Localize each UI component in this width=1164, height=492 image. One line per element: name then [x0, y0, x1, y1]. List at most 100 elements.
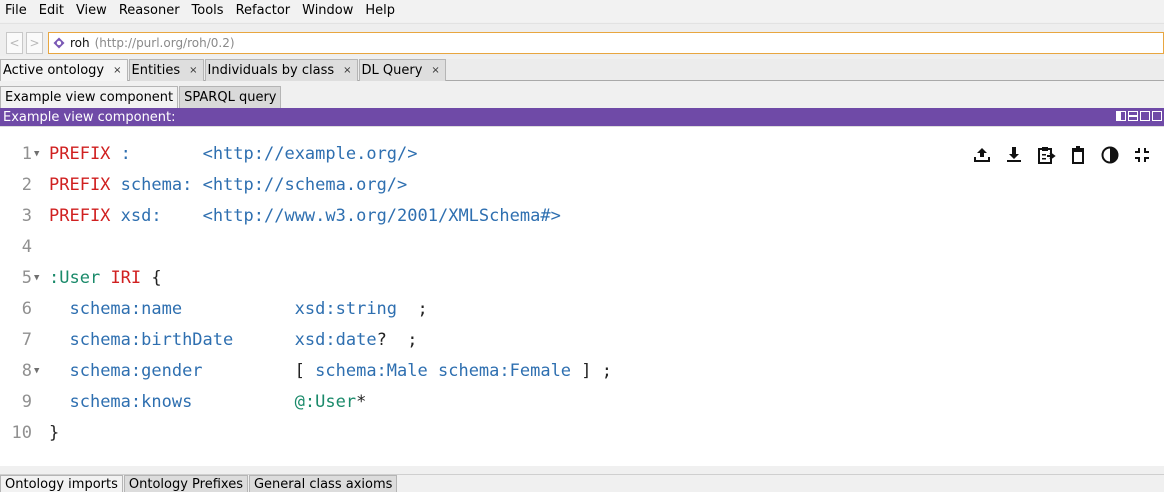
code-token: xsd:string — [294, 299, 398, 319]
line-number: 5 — [21, 268, 32, 288]
ontology-url: (http://purl.org/roh/0.2) — [94, 36, 235, 50]
code-token: xsd:date — [294, 330, 377, 350]
code-line[interactable]: 5 ▼ :User IRI { — [0, 263, 1164, 294]
close-view-icon[interactable] — [1152, 111, 1162, 121]
tab-label: DL Query — [361, 63, 423, 78]
code-line[interactable]: 2 PREFIX schema: <http://schema.org/> — [0, 170, 1164, 201]
ontology-name: roh — [70, 36, 90, 50]
line-number: 4 — [21, 237, 32, 257]
code-line[interactable]: 7 schema:birthDate xsd:date? ; — [0, 325, 1164, 356]
menu-tools[interactable]: Tools — [187, 1, 231, 21]
close-icon[interactable]: × — [113, 65, 121, 76]
fold-arrow-icon[interactable]: ▼ — [34, 356, 39, 387]
tab-dl-query[interactable]: DL Query × — [358, 59, 446, 81]
split-view-icon[interactable] — [1116, 111, 1126, 121]
tab-ontology-prefixes[interactable]: Ontology Prefixes — [123, 475, 248, 492]
forward-button[interactable]: > — [26, 32, 43, 54]
trash-icon[interactable] — [1068, 145, 1088, 165]
line-number: 7 — [21, 330, 32, 350]
menu-file[interactable]: File — [0, 1, 34, 21]
bottom-tabs: Ontology imports Ontology Prefixes Gener… — [0, 474, 1164, 492]
code-token: { — [141, 268, 162, 288]
tab-entities[interactable]: Entities × — [128, 59, 204, 81]
tab-sparql-query[interactable]: SPARQL query — [179, 86, 282, 108]
tab-label: Individuals by class — [207, 63, 335, 78]
code-line[interactable]: 8 ▼ schema:gender [ schema:Male schema:Fe… — [0, 356, 1164, 387]
menu-refactor[interactable]: Refactor — [231, 1, 298, 21]
code-token: ] ; — [571, 361, 612, 381]
ontology-iri-field[interactable]: roh (http://purl.org/roh/0.2) — [48, 32, 1164, 54]
code-token: schema: — [120, 175, 193, 195]
menu-help[interactable]: Help — [360, 1, 402, 21]
menu-edit[interactable]: Edit — [34, 1, 71, 21]
ontology-diamond-icon — [53, 37, 65, 49]
shex-code-editor[interactable]: 1 ▼ PREFIX : <http://example.org/> 2 PREFIX … — [0, 126, 1164, 466]
close-icon[interactable]: × — [431, 65, 439, 76]
address-bar: < > roh (http://purl.org/roh/0.2) — [0, 23, 1164, 56]
code-line[interactable]: 9 schema:knows @:User* — [0, 387, 1164, 418]
code-line[interactable]: 3 PREFIX xsd: <http://www.w3.org/2001/XML… — [0, 201, 1164, 232]
tab-example-view-component[interactable]: Example view component — [0, 86, 179, 108]
maximize-view-icon[interactable] — [1140, 111, 1150, 121]
contrast-icon[interactable] — [1100, 145, 1120, 165]
back-button[interactable]: < — [6, 32, 23, 54]
editor-toolbar — [972, 145, 1152, 165]
menu-view[interactable]: View — [71, 1, 114, 21]
tab-ontology-imports[interactable]: Ontology imports — [0, 475, 123, 492]
code-token: schema:name — [69, 299, 183, 319]
code-text: schema:gender [ schema:Male schema:Femal… — [49, 356, 612, 387]
menu-bar: File Edit View Reasoner Tools Refactor W… — [0, 0, 1164, 22]
tab-general-class-axioms[interactable]: General class axioms — [248, 475, 398, 492]
code-text: :User IRI { — [49, 263, 162, 294]
tab-label: Entities — [131, 63, 181, 78]
code-token: PREFIX — [49, 175, 111, 195]
code-token: PREFIX — [49, 206, 111, 226]
minimize-view-icon[interactable] — [1128, 111, 1138, 121]
line-number: 2 — [21, 175, 32, 195]
main-tabs: Active ontology × Entities × Individuals… — [0, 59, 1164, 81]
code-line[interactable]: 4 — [0, 232, 1164, 263]
code-text: PREFIX schema: <http://schema.org/> — [49, 170, 407, 201]
line-number: 9 — [21, 392, 32, 412]
code-text: schema:knows @:User* — [49, 387, 366, 418]
view-tabs: Example view component SPARQL query — [0, 86, 1164, 108]
clipboard-icon[interactable] — [1036, 145, 1056, 165]
menu-window[interactable]: Window — [297, 1, 360, 21]
code-token: :User — [49, 268, 101, 288]
code-token: schema:gender — [69, 361, 203, 381]
fold-arrow-icon[interactable]: ▼ — [34, 139, 39, 170]
fold-arrow-icon[interactable]: ▼ — [34, 263, 39, 294]
code-token: <http://www.w3.org/2001/XMLSchema#> — [202, 206, 561, 226]
code-token: @:User — [294, 392, 357, 412]
menu-reasoner[interactable]: Reasoner — [114, 1, 187, 21]
upload-icon[interactable] — [972, 145, 992, 165]
code-token: } — [49, 423, 60, 443]
code-line[interactable]: 6 schema:name xsd:string ; — [0, 294, 1164, 325]
line-number: 3 — [21, 206, 32, 226]
code-token: ; — [397, 299, 428, 319]
line-number: 10 — [11, 423, 32, 443]
tab-active-ontology[interactable]: Active ontology × — [0, 59, 128, 81]
code-token: ? ; — [376, 330, 418, 350]
code-token: <http://example.org/> — [202, 144, 418, 164]
code-token: PREFIX — [49, 144, 111, 164]
collapse-icon[interactable] — [1132, 145, 1152, 165]
code-text: PREFIX xsd: <http://www.w3.org/2001/XMLS… — [49, 201, 561, 232]
code-token: schema:Female — [437, 361, 572, 381]
code-line[interactable]: 10} — [0, 418, 1164, 449]
download-icon[interactable] — [1004, 145, 1024, 165]
close-icon[interactable]: × — [189, 65, 197, 76]
close-icon[interactable]: × — [343, 65, 351, 76]
code-token: IRI — [110, 268, 142, 288]
tab-individuals-by-class[interactable]: Individuals by class × — [204, 59, 358, 81]
